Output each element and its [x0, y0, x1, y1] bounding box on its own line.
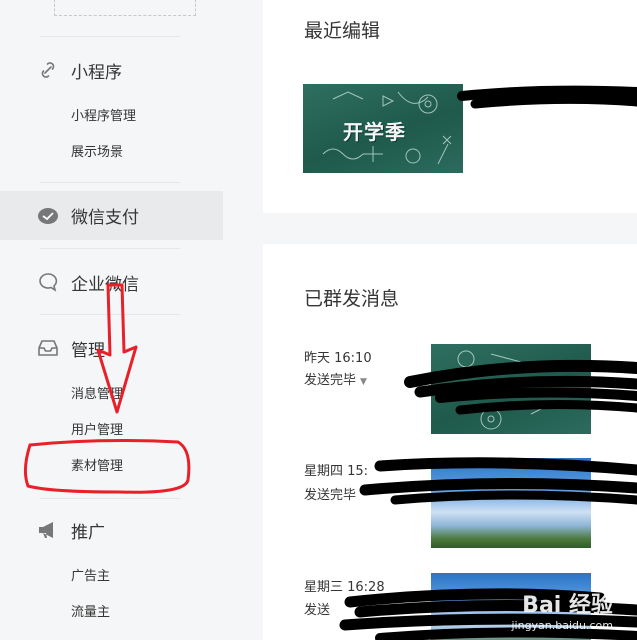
- nav-sub-user-manage[interactable]: 用户管理: [71, 419, 123, 438]
- nav-sub-advertiser[interactable]: 广告主: [71, 565, 110, 584]
- divider: [40, 182, 180, 183]
- divider: [40, 36, 180, 37]
- message-time: 星期三 16:28: [304, 580, 385, 595]
- message-status[interactable]: 发送完毕: [304, 484, 356, 503]
- message-thumbnail[interactable]: [431, 344, 591, 434]
- message-status[interactable]: 发送完毕 ▼: [304, 369, 367, 388]
- nav-manage[interactable]: 管理: [36, 333, 105, 363]
- recent-edit-thumbnail[interactable]: 开学季: [303, 84, 463, 173]
- watermark-sub: jingyan.baidu.com: [511, 619, 613, 632]
- nav-sub-message-manage[interactable]: 消息管理: [71, 383, 123, 402]
- nav-wechat-pay-label: 微信支付: [71, 208, 139, 228]
- chalk-doodles: [446, 350, 552, 430]
- sidebar: 小程序 小程序管理 展示场景 微信支付 企业微信 管理 消息管理 用户管理 素材…: [0, 0, 223, 640]
- nav-wechat-pay[interactable]: 微信支付: [0, 191, 223, 240]
- divider: [40, 314, 180, 315]
- thumbnail-caption: 开学季: [343, 120, 406, 144]
- wechat-pay-icon: [36, 204, 60, 228]
- watermark-main: Bai 经验: [522, 593, 613, 618]
- nav-miniprogram-label: 小程序: [71, 62, 122, 83]
- nav-manage-label: 管理: [71, 340, 105, 361]
- sent-messages-card: 已群发消息 昨天 16:10 发送完毕 ▼ 星期四 15: 发送完毕 星期三 16…: [263, 244, 637, 640]
- message-time: 星期四 15:: [304, 464, 369, 479]
- nav-sub-miniprogram-manage[interactable]: 小程序管理: [71, 105, 136, 124]
- chat-bubble-icon: [36, 270, 60, 294]
- divider: [40, 248, 180, 249]
- nav-promotion[interactable]: 推广: [36, 515, 105, 545]
- nav-sub-material-manage[interactable]: 素材管理: [71, 455, 123, 474]
- watermark: Bai 经验 jingyan.baidu.com: [511, 587, 613, 632]
- sent-messages-title: 已群发消息: [304, 288, 400, 310]
- recent-edit-card: 最近编辑 开学季: [263, 0, 637, 213]
- link-icon: [36, 58, 60, 82]
- nav-promotion-label: 推广: [71, 522, 105, 543]
- message-status[interactable]: 发送: [304, 599, 330, 618]
- message-thumbnail[interactable]: [431, 458, 591, 548]
- nav-work-wechat-label: 企业微信: [71, 274, 139, 295]
- message-time: 昨天 16:10: [304, 351, 372, 366]
- recent-edit-title: 最近编辑: [304, 20, 381, 42]
- caret-down-icon: ▼: [360, 377, 367, 387]
- inbox-icon: [36, 336, 60, 360]
- dashed-placeholder: [54, 0, 196, 16]
- nav-sub-publisher[interactable]: 流量主: [71, 601, 110, 620]
- nav-sub-display-scene[interactable]: 展示场景: [71, 141, 123, 160]
- message-status-label: 发送完毕: [304, 373, 357, 388]
- nav-miniprogram[interactable]: 小程序: [36, 55, 122, 85]
- divider: [40, 498, 180, 499]
- megaphone-icon: [36, 518, 60, 542]
- nav-work-wechat[interactable]: 企业微信: [36, 267, 139, 297]
